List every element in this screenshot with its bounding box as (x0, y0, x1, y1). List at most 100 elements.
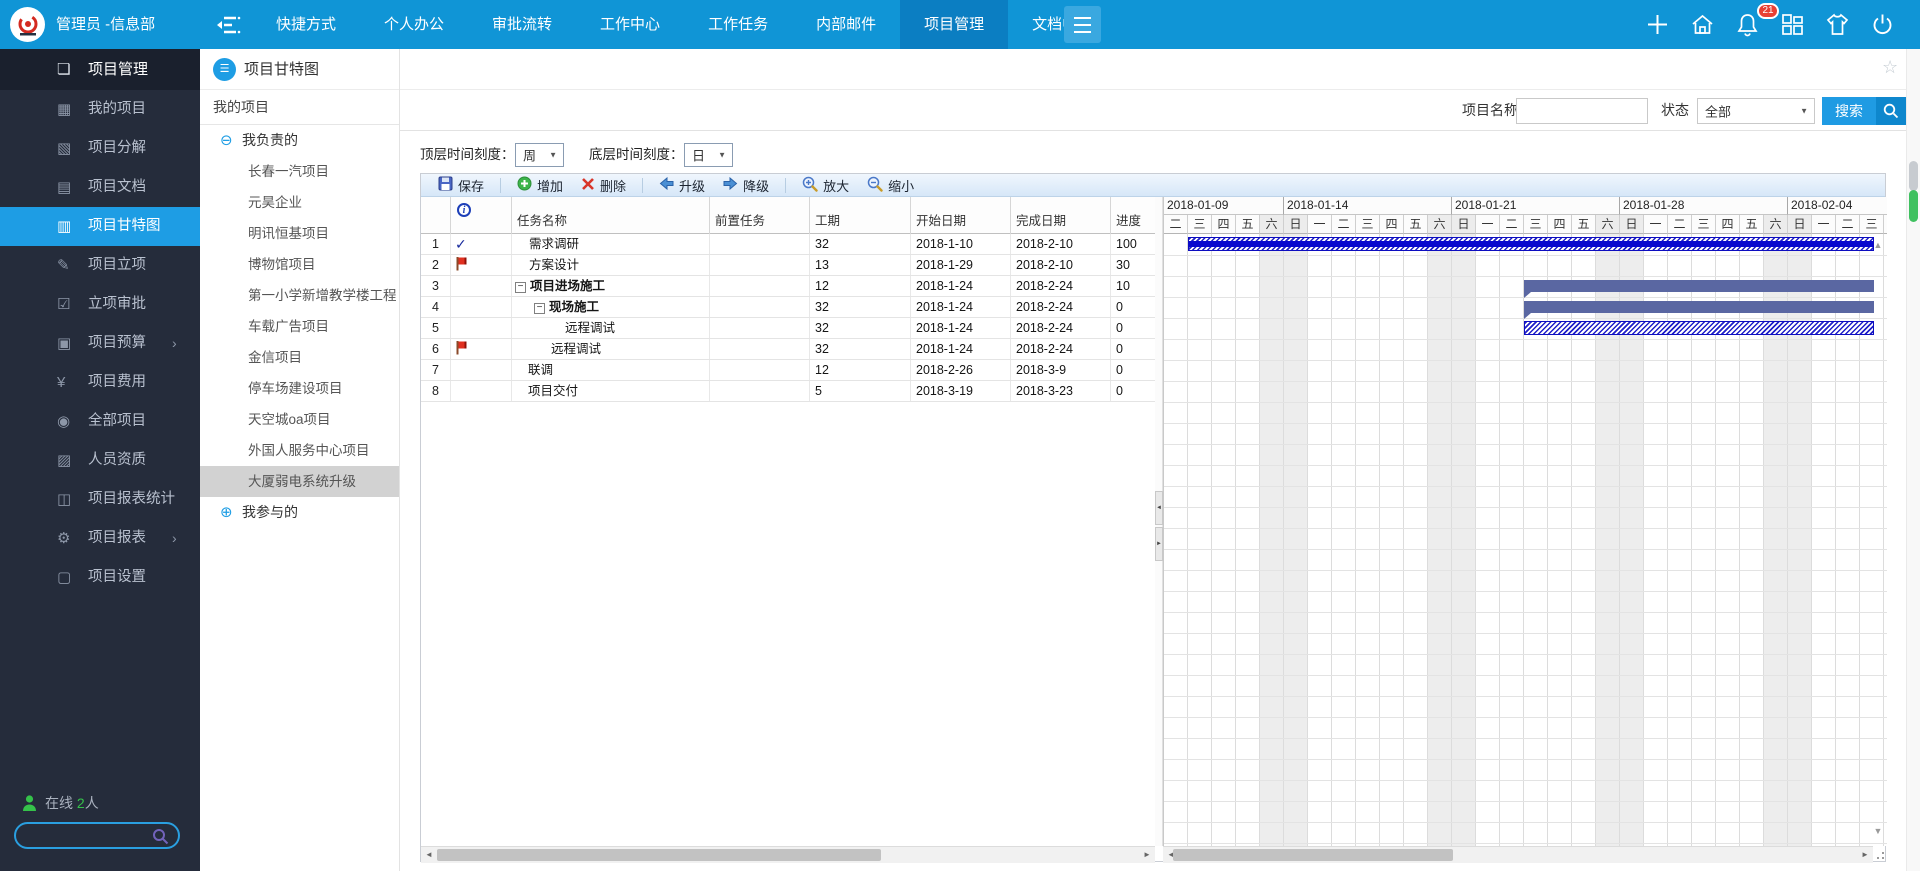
delete-task-button[interactable]: 删除 (572, 174, 635, 196)
scroll-right-icon[interactable]: ► (1139, 847, 1155, 863)
nav-tab-1[interactable]: 个人办公 (360, 0, 468, 49)
sidebar-collapse-icon[interactable] (214, 11, 242, 39)
pane-splitter[interactable]: ◄ ► (1155, 197, 1163, 846)
project-tree-item[interactable]: 长春一汽项目 (200, 156, 399, 187)
scrollbar-thumb[interactable] (1909, 190, 1918, 222)
project-tree-item[interactable]: 金信项目 (200, 342, 399, 373)
sidebar-search-input[interactable] (26, 825, 146, 846)
sidebar-item-8[interactable]: ◉全部项目 (0, 402, 200, 441)
resize-grip-icon[interactable] (1873, 848, 1886, 862)
promote-task-button[interactable]: 升级 (650, 174, 714, 196)
project-tree-item[interactable]: 车载广告项目 (200, 311, 399, 342)
expand-circle-icon[interactable]: ⊕ (220, 497, 233, 528)
sidebar-search-icon[interactable] (152, 828, 169, 845)
favorite-star-icon[interactable]: ☆ (1882, 57, 1898, 78)
column-header-label: 进度 (1116, 210, 1141, 229)
gantt-bar-task[interactable] (1188, 237, 1874, 251)
project-tree-item[interactable]: 停车场建设项目 (200, 373, 399, 404)
chart-horizontal-scrollbar[interactable]: ◄ ► (1163, 846, 1873, 863)
nav-tab-3[interactable]: 工作中心 (576, 0, 684, 49)
gantt-day-header: 三 (1692, 215, 1716, 234)
gantt-bar-summary[interactable] (1524, 301, 1874, 313)
gantt-day-header: 四 (1212, 215, 1236, 234)
zoom-in-button[interactable]: 放大 (793, 174, 858, 196)
apps-grid-icon[interactable] (1780, 12, 1805, 37)
project-tree-item[interactable]: 大厦弱电系统升级 (200, 466, 399, 497)
sidebar-item-0[interactable]: ▦我的项目 (0, 90, 200, 129)
gantt-vscroll-up-icon[interactable]: ▲ (1871, 240, 1885, 250)
gantt-day-header: 三 (1860, 215, 1884, 234)
task-row[interactable]: 2方案设计132018-1-292018-2-1030 (421, 255, 1155, 276)
tree-group-expanded[interactable]: ⊖我负责的 (200, 125, 399, 156)
sidebar-search-box[interactable] (14, 822, 180, 849)
sidebar-item-2[interactable]: ▤项目文档 (0, 168, 200, 207)
task-row[interactable]: 8项目交付52018-3-192018-3-230 (421, 381, 1155, 402)
sidebar-item-4[interactable]: ✎项目立项 (0, 246, 200, 285)
project-tree-item[interactable]: 外国人服务中心项目 (200, 435, 399, 466)
scrollbar-track-segment[interactable] (1909, 161, 1918, 191)
sidebar-item-10[interactable]: ◫项目报表统计 (0, 480, 200, 519)
grid-scroll-thumb[interactable] (437, 849, 881, 861)
demote-task-button[interactable]: 降级 (714, 174, 778, 196)
collapse-minus-icon[interactable]: − (534, 303, 545, 314)
gantt-bar-summary[interactable] (1524, 280, 1874, 292)
home-icon[interactable] (1690, 12, 1715, 37)
sidebar-item-5[interactable]: ☑立项审批 (0, 285, 200, 324)
nav-tab-5[interactable]: 内部邮件 (792, 0, 900, 49)
app-logo[interactable] (10, 7, 45, 42)
gantt-vscroll-down-icon[interactable]: ▼ (1871, 826, 1885, 836)
sidebar-item-6[interactable]: ▣项目预算› (0, 324, 200, 363)
splitter-collapse-right-icon[interactable]: ► (1155, 527, 1163, 561)
project-tree-item[interactable]: 明讯恒基项目 (200, 218, 399, 249)
task-row[interactable]: 5远程调试322018-1-242018-2-240 (421, 318, 1155, 339)
sidebar-item-1[interactable]: ▧项目分解 (0, 129, 200, 168)
project-tree-item[interactable]: 天空城oa项目 (200, 404, 399, 435)
sidebar-item-11[interactable]: ⚙项目报表› (0, 519, 200, 558)
splitter-collapse-left-icon[interactable]: ◄ (1155, 491, 1163, 525)
page-vertical-scrollbar[interactable] (1906, 49, 1920, 871)
gantt-day-header: 二 (1500, 215, 1524, 234)
collapse-circle-icon[interactable]: ⊖ (220, 125, 233, 156)
project-tree-item[interactable]: 博物馆项目 (200, 249, 399, 280)
project-tree-item[interactable]: 元昊企业 (200, 187, 399, 218)
status-select[interactable]: 全部 ▼ (1697, 98, 1815, 124)
project-tree-item[interactable]: 第一小学新增教学楼工程 (200, 280, 399, 311)
sidebar-module-header[interactable]: ❏ 项目管理 (0, 49, 200, 90)
task-row[interactable]: 6远程调试322018-1-242018-2-240 (421, 339, 1155, 360)
search-button[interactable]: 搜索 (1822, 97, 1906, 125)
project-name-input[interactable] (1516, 98, 1648, 124)
add-shortcut-icon[interactable] (1645, 12, 1670, 37)
logout-power-icon[interactable] (1870, 12, 1895, 37)
row-number-cell: 7 (421, 360, 451, 380)
zoom-out-button[interactable]: 缩小 (858, 174, 923, 196)
nav-tab-0[interactable]: 快捷方式 (252, 0, 360, 49)
task-name-text: 联调 (528, 363, 553, 377)
sidebar-item-12[interactable]: ▢项目设置 (0, 558, 200, 597)
top-scale-select[interactable]: 周 ▼ (515, 143, 564, 167)
gantt-bar-task[interactable] (1524, 321, 1874, 335)
task-row[interactable]: 7联调122018-2-262018-3-90 (421, 360, 1155, 381)
sidebar-item-7[interactable]: ¥项目费用 (0, 363, 200, 402)
theme-shirt-icon[interactable] (1825, 12, 1850, 37)
sidebar-item-9[interactable]: ▨人员资质 (0, 441, 200, 480)
tree-group-collapsed[interactable]: ⊕我参与的 (200, 497, 399, 528)
task-row[interactable]: 1✓需求调研322018-1-102018-2-10100 (421, 234, 1155, 255)
save-button[interactable]: 保存 (429, 174, 493, 196)
marker-cell (451, 381, 512, 401)
scroll-left-icon[interactable]: ◄ (421, 847, 437, 863)
notifications-bell-icon[interactable] (1735, 12, 1760, 37)
more-menu-icon[interactable] (1064, 6, 1101, 43)
nav-tab-4[interactable]: 工作任务 (684, 0, 792, 49)
chart-scroll-thumb[interactable] (1173, 849, 1453, 861)
grid-horizontal-scrollbar[interactable]: ◄ ► (421, 846, 1155, 863)
bottom-scale-select[interactable]: 日 ▼ (684, 143, 733, 167)
task-row[interactable]: 3−项目进场施工122018-1-242018-2-2410 (421, 276, 1155, 297)
nav-tab-6[interactable]: 项目管理 (900, 0, 1008, 49)
scroll-right-icon[interactable]: ► (1857, 847, 1873, 863)
add-task-button[interactable]: 增加 (508, 174, 572, 196)
sidebar-item-3[interactable]: ▥项目甘特图 (0, 207, 200, 246)
collapse-minus-icon[interactable]: − (515, 282, 526, 293)
nav-tab-2[interactable]: 审批流转 (468, 0, 576, 49)
task-row[interactable]: 4−现场施工322018-1-242018-2-240 (421, 297, 1155, 318)
current-user-label: 管理员 -信息部 (56, 0, 155, 49)
